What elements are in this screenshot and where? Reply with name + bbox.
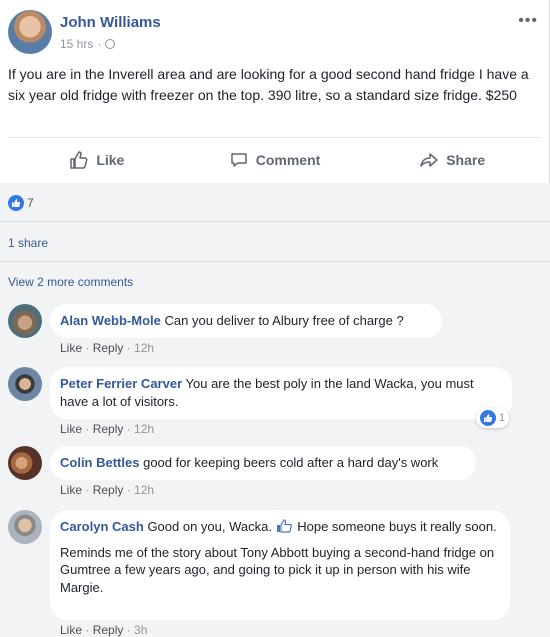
comment-actions: Like · Reply · 12h xyxy=(60,483,155,497)
comment-bubble: Peter Ferrier Carver You are the best po… xyxy=(50,367,512,419)
comment-like-link[interactable]: Like xyxy=(60,623,82,637)
comment-item: Colin Bettles good for keeping beers col… xyxy=(8,446,548,506)
comment-like-link[interactable]: Like xyxy=(60,341,82,355)
globe-icon[interactable] xyxy=(105,39,116,49)
comment-bubble: Colin Bettles good for keeping beers col… xyxy=(50,446,476,480)
comment-reply-link[interactable]: Reply xyxy=(93,341,124,355)
commenter-name[interactable]: Alan Webb-Mole xyxy=(60,313,161,328)
divider xyxy=(0,221,550,222)
post-text: If you are in the Inverell area and are … xyxy=(8,66,529,103)
comment-text: Hope someone buys it really soon. xyxy=(297,519,497,534)
comment-reply-link[interactable]: Reply xyxy=(93,483,124,497)
comment-text: good for keeping beers cold after a hard… xyxy=(143,455,439,470)
comment-item: Carolyn Cash Good on you, Wacka. Hope so… xyxy=(8,510,548,637)
comment-label: Comment xyxy=(255,152,321,168)
post-actions: Like Comment Share xyxy=(8,140,541,180)
post-card: John Williams 15 hrs · ••• If you are in… xyxy=(0,0,550,637)
comment-item: Peter Ferrier Carver You are the best po… xyxy=(8,367,548,443)
like-label: Like xyxy=(96,152,125,168)
post-meta: 15 hrs · xyxy=(60,37,116,51)
commenter-avatar[interactable] xyxy=(8,367,42,401)
commenter-avatar[interactable] xyxy=(8,510,42,544)
meta-separator: · xyxy=(97,37,102,51)
comment-bubble: Carolyn Cash Good on you, Wacka. Hope so… xyxy=(50,510,510,620)
comment-text-second: Reminds me of the story about Tony Abbot… xyxy=(60,544,495,595)
comments-section: 7 1 share View 2 more comments Alan Webb… xyxy=(0,183,550,637)
comment-item: Alan Webb-Mole Can you deliver to Albury… xyxy=(8,304,548,364)
like-button[interactable]: Like xyxy=(8,140,186,180)
comment-text: Good on you, Wacka. xyxy=(147,519,272,534)
comment-reaction-pill[interactable]: 1 xyxy=(476,408,510,428)
comment-reply-link[interactable]: Reply xyxy=(93,623,124,637)
like-reaction-icon xyxy=(480,410,496,426)
share-label: Share xyxy=(446,152,486,168)
commenter-name[interactable]: Peter Ferrier Carver xyxy=(60,376,182,391)
post-time[interactable]: 15 hrs xyxy=(60,37,93,51)
author-name[interactable]: John Williams xyxy=(60,14,161,31)
post-header: John Williams 15 hrs · ••• xyxy=(8,10,542,60)
shares-link[interactable]: 1 share xyxy=(8,236,48,250)
share-button[interactable]: Share xyxy=(363,140,541,180)
comment-icon xyxy=(230,153,247,167)
more-options-icon[interactable]: ••• xyxy=(518,12,538,30)
comment-time[interactable]: 3h xyxy=(134,623,147,637)
comment-actions: Like · Reply · 12h xyxy=(60,341,155,355)
comment-time[interactable]: 12h xyxy=(134,341,154,355)
share-icon xyxy=(420,153,438,167)
divider xyxy=(8,137,541,138)
reaction-summary[interactable]: 7 xyxy=(8,195,34,211)
view-more-comments-link[interactable]: View 2 more comments xyxy=(8,275,133,289)
comment-button[interactable]: Comment xyxy=(186,140,364,180)
comment-text: Can you deliver to Albury free of charge… xyxy=(164,313,404,328)
commenter-name[interactable]: Carolyn Cash xyxy=(60,519,144,534)
divider xyxy=(0,261,550,262)
comment-bubble: Alan Webb-Mole Can you deliver to Albury… xyxy=(50,304,442,338)
comment-text-block: Carolyn Cash Good on you, Wacka. Hope so… xyxy=(60,518,500,536)
reaction-count: 7 xyxy=(27,196,34,210)
comment-actions: Like · Reply · 12h xyxy=(60,422,155,436)
comment-actions: Like · Reply · 3h xyxy=(60,623,148,637)
commenter-avatar[interactable] xyxy=(8,304,42,338)
commenter-avatar[interactable] xyxy=(8,446,42,480)
author-avatar[interactable] xyxy=(8,10,52,54)
commenter-name[interactable]: Colin Bettles xyxy=(60,455,139,470)
like-reaction-icon xyxy=(8,195,24,211)
comment-like-link[interactable]: Like xyxy=(60,422,82,436)
comment-reaction-count: 1 xyxy=(499,412,506,424)
thumbs-up-icon xyxy=(70,151,88,169)
comment-time[interactable]: 12h xyxy=(134,483,154,497)
comment-reply-link[interactable]: Reply xyxy=(93,422,124,436)
thumbs-up-emoji-icon xyxy=(276,519,292,533)
comment-like-link[interactable]: Like xyxy=(60,483,82,497)
comment-time[interactable]: 12h xyxy=(134,422,154,436)
